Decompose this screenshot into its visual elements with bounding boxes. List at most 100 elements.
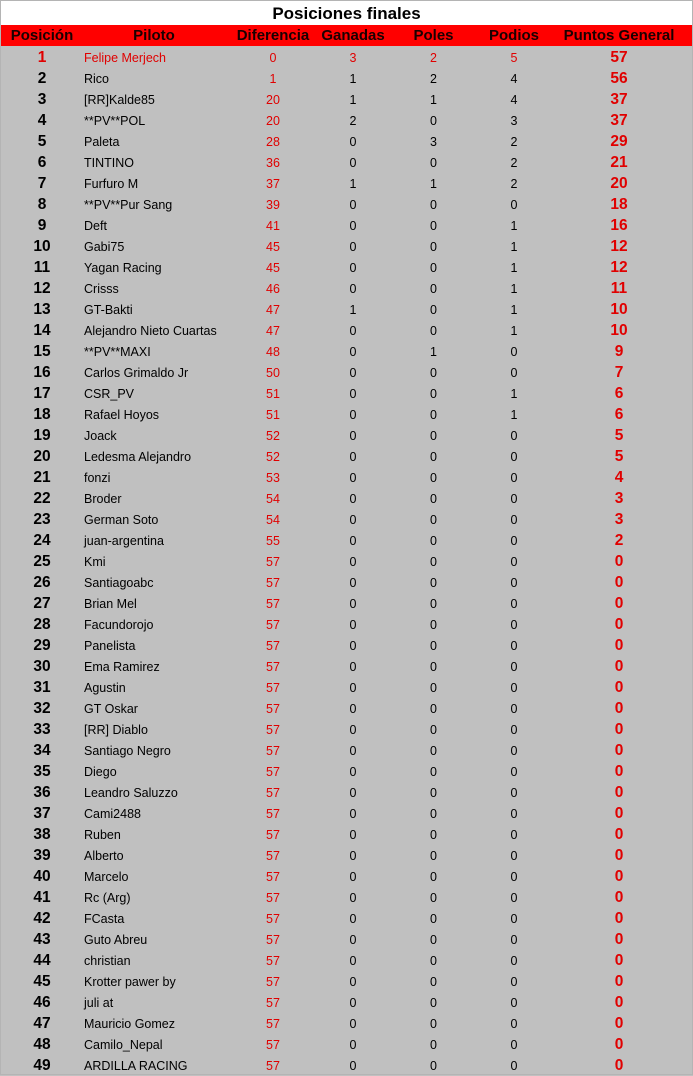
poles-cell: 0 <box>430 1058 437 1073</box>
posicion-cell: 48 <box>33 1035 51 1053</box>
table-row: 46 juli at 57 0 0 0 0 <box>1 992 692 1013</box>
poles-cell: 0 <box>430 365 437 380</box>
posicion-cell: 19 <box>33 426 51 444</box>
posicion-cell: 35 <box>33 762 51 780</box>
poles-cell: 0 <box>430 428 437 443</box>
ganadas-cell: 0 <box>349 1037 357 1052</box>
ganadas-cell: 0 <box>349 197 357 212</box>
puntos-cell: 57 <box>610 48 628 66</box>
ganadas-cell: 0 <box>349 218 357 233</box>
posicion-cell: 1 <box>37 48 47 66</box>
posicion-cell: 49 <box>33 1056 51 1074</box>
ganadas-cell: 0 <box>349 596 357 611</box>
poles-cell: 0 <box>430 512 437 527</box>
poles-cell: 0 <box>430 533 437 548</box>
table-row: 13 GT-Bakti 47 1 0 1 10 <box>1 299 692 320</box>
table-row: 45 Krotter pawer by 57 0 0 0 0 <box>1 971 692 992</box>
poles-cell: 0 <box>430 953 437 968</box>
ganadas-cell: 0 <box>349 533 357 548</box>
table-row: 6 TINTINO 36 0 0 2 21 <box>1 152 692 173</box>
ganadas-cell: 0 <box>349 743 357 758</box>
podios-cell: 0 <box>510 638 518 653</box>
puntos-cell: 12 <box>610 237 628 255</box>
table-row: 1 Felipe Merjech 0 3 2 5 57 <box>1 47 692 68</box>
table-row: 34 Santiago Negro 57 0 0 0 0 <box>1 740 692 761</box>
puntos-cell: 0 <box>614 867 624 885</box>
piloto-cell: Mauricio Gomez <box>84 1016 175 1031</box>
posicion-cell: 33 <box>33 720 51 738</box>
table-row: 27 Brian Mel 57 0 0 0 0 <box>1 593 692 614</box>
puntos-cell: 10 <box>610 300 628 318</box>
diferencia-cell: 39 <box>266 197 280 212</box>
posicion-cell: 16 <box>33 363 51 381</box>
posicion-cell: 41 <box>33 888 51 906</box>
posicion-cell: 18 <box>33 405 51 423</box>
table-row: 42 FCasta 57 0 0 0 0 <box>1 908 692 929</box>
piloto-cell: Alejandro Nieto Cuartas <box>84 323 217 338</box>
piloto-cell: Furfuro M <box>84 176 139 191</box>
piloto-cell: Marcelo <box>84 869 129 884</box>
posicion-cell: 21 <box>33 468 51 486</box>
ganadas-cell: 0 <box>349 449 357 464</box>
ganadas-cell: 0 <box>349 1016 357 1031</box>
posicion-cell: 12 <box>33 279 51 297</box>
puntos-cell: 5 <box>614 426 624 444</box>
piloto-cell: christian <box>84 953 131 968</box>
diferencia-cell: 57 <box>266 932 280 947</box>
table-row: 21 fonzi 53 0 0 0 4 <box>1 467 692 488</box>
table-row: 41 Rc (Arg) 57 0 0 0 0 <box>1 887 692 908</box>
ganadas-cell: 3 <box>349 50 357 65</box>
piloto-cell: Yagan Racing <box>84 260 162 275</box>
piloto-cell: juan-argentina <box>84 533 164 548</box>
diferencia-cell: 1 <box>269 71 277 86</box>
puntos-cell: 10 <box>610 321 628 339</box>
table-row: 36 Leandro Saluzzo 57 0 0 0 0 <box>1 782 692 803</box>
diferencia-cell: 57 <box>266 743 280 758</box>
ganadas-cell: 0 <box>349 848 357 863</box>
diferencia-cell: 53 <box>266 470 280 485</box>
ganadas-cell: 0 <box>349 806 357 821</box>
diferencia-cell: 57 <box>266 554 280 569</box>
table-row: 32 GT Oskar 57 0 0 0 0 <box>1 698 692 719</box>
poles-cell: 0 <box>430 974 437 989</box>
diferencia-cell: 52 <box>266 428 280 443</box>
diferencia-cell: 57 <box>266 1016 280 1031</box>
poles-cell: 0 <box>430 1016 437 1031</box>
ganadas-cell: 0 <box>349 281 357 296</box>
header-poles: Poles <box>413 27 454 44</box>
ganadas-cell: 0 <box>349 680 357 695</box>
table-row: 40 Marcelo 57 0 0 0 0 <box>1 866 692 887</box>
ganadas-cell: 0 <box>349 512 357 527</box>
ganadas-cell: 1 <box>349 176 357 191</box>
table-header: Posición Piloto Diferencia Ganadas Poles… <box>1 25 692 46</box>
puntos-cell: 9 <box>614 342 624 360</box>
diferencia-cell: 54 <box>266 491 280 506</box>
poles-cell: 0 <box>430 743 437 758</box>
posicion-cell: 3 <box>37 90 47 108</box>
puntos-cell: 0 <box>614 1014 624 1032</box>
poles-cell: 0 <box>430 638 437 653</box>
diferencia-cell: 51 <box>266 386 280 401</box>
table-row: 4 **PV**POL 20 2 0 3 37 <box>1 110 692 131</box>
podios-cell: 0 <box>510 449 518 464</box>
table-row: 43 Guto Abreu 57 0 0 0 0 <box>1 929 692 950</box>
piloto-cell: Santiago Negro <box>84 743 171 758</box>
poles-cell: 0 <box>430 491 437 506</box>
table-row: 25 Kmi 57 0 0 0 0 <box>1 551 692 572</box>
puntos-cell: 0 <box>614 762 624 780</box>
puntos-cell: 4 <box>614 468 624 486</box>
podios-cell: 1 <box>510 281 518 296</box>
diferencia-cell: 57 <box>266 638 280 653</box>
posicion-cell: 4 <box>37 111 47 129</box>
posicion-cell: 31 <box>33 678 51 696</box>
poles-cell: 0 <box>430 827 437 842</box>
puntos-cell: 0 <box>614 573 624 591</box>
poles-cell: 0 <box>430 281 437 296</box>
table-row: 33 [RR] Diablo 57 0 0 0 0 <box>1 719 692 740</box>
puntos-cell: 0 <box>614 1035 624 1053</box>
puntos-cell: 7 <box>614 363 624 381</box>
poles-cell: 3 <box>430 134 437 149</box>
diferencia-cell: 20 <box>266 113 280 128</box>
puntos-cell: 0 <box>614 825 624 843</box>
podios-cell: 0 <box>510 701 518 716</box>
